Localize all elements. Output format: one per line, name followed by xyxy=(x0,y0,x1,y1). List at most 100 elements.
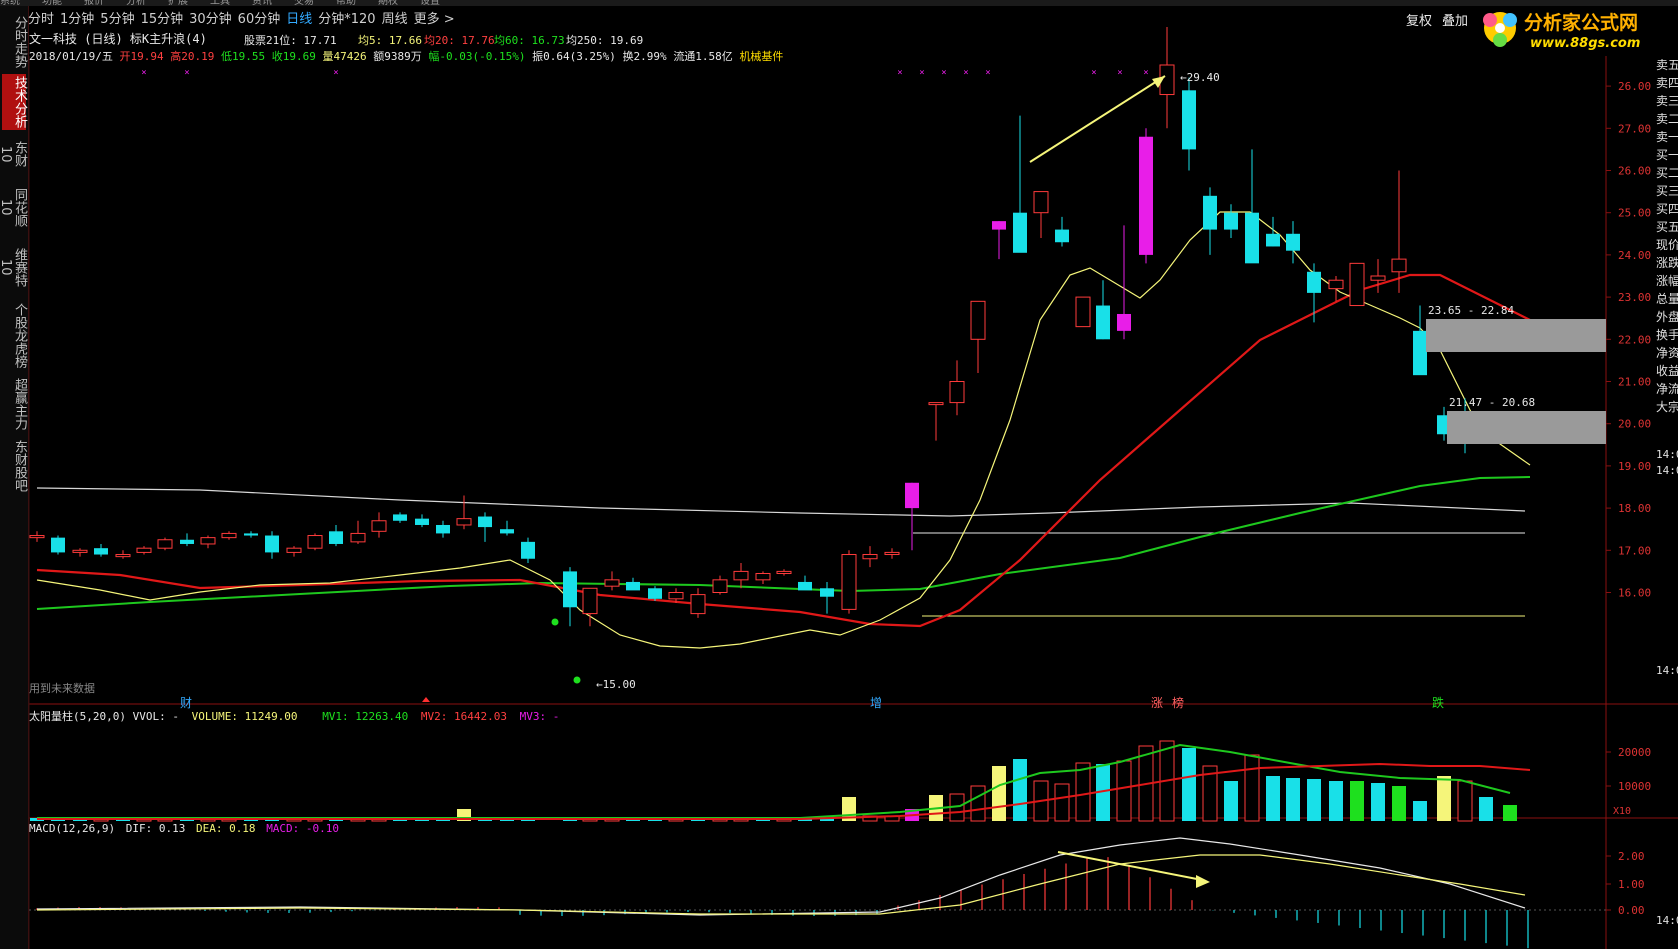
volume-bar xyxy=(1392,786,1406,821)
candle-up xyxy=(582,587,598,615)
candle-up xyxy=(668,592,684,600)
volume-bar xyxy=(1479,797,1493,821)
volume-bar xyxy=(1182,748,1196,821)
macd-dea-line xyxy=(36,854,1526,915)
candle-up xyxy=(29,535,45,539)
candle-down xyxy=(563,571,577,608)
candle-down xyxy=(1286,233,1300,251)
candle-up xyxy=(157,539,173,549)
candle-down xyxy=(180,539,194,544)
price-axis-label: 16.00 xyxy=(1618,587,1651,600)
volume-bar xyxy=(1013,759,1027,821)
price-axis-label: 23.00 xyxy=(1618,291,1651,304)
volume-bar xyxy=(1054,783,1070,822)
candle-up xyxy=(755,573,771,581)
volume-bar xyxy=(1457,780,1473,822)
marker-x: × xyxy=(1143,68,1148,78)
candle-up xyxy=(1328,279,1344,290)
marker-x: × xyxy=(941,68,946,78)
candle-down xyxy=(1139,136,1153,255)
price-axis-label: 22.00 xyxy=(1618,333,1651,346)
vol-mv2-line xyxy=(37,762,1531,820)
price-axis-label: 21.00 xyxy=(1618,376,1651,389)
candle-up xyxy=(286,547,302,553)
candle-down xyxy=(244,533,258,536)
volume-bar xyxy=(1224,781,1238,821)
price-axis-label: 18.00 xyxy=(1618,502,1651,515)
ma60-line xyxy=(36,476,1531,610)
candle-down xyxy=(1096,305,1110,340)
macd-axis-label: 0.00 xyxy=(1618,904,1645,917)
candle-up xyxy=(350,532,366,543)
candle-up xyxy=(604,579,620,587)
candle-up xyxy=(456,518,472,526)
time-label: 14:0 xyxy=(1656,664,1678,677)
candle-down xyxy=(94,548,108,555)
candle-up xyxy=(1033,191,1049,214)
price-zone-1 xyxy=(1426,319,1606,352)
volume-bar xyxy=(1116,760,1132,822)
candle-up xyxy=(690,594,706,615)
event-label: 跌 xyxy=(1432,695,1444,710)
zone1-label: 23.65 - 22.84 xyxy=(1428,304,1514,317)
candle-down xyxy=(1413,330,1427,376)
price-axis-label: 27.00 xyxy=(1618,122,1651,135)
event-label: 榜 xyxy=(1172,695,1184,710)
candle-down xyxy=(1266,233,1280,247)
price-axis-label: 25.00 xyxy=(1618,207,1651,220)
time-label: 14:0 xyxy=(1656,464,1678,477)
volume-bar xyxy=(1075,762,1091,822)
candle-up xyxy=(221,532,237,539)
vol-axis-label: 10000 xyxy=(1618,780,1651,793)
price-axis-label: 26.00 xyxy=(1618,80,1651,93)
candle-up xyxy=(1391,258,1407,273)
marker-x: × xyxy=(333,68,338,78)
price-axis-label: 24.00 xyxy=(1618,249,1651,262)
candle-down xyxy=(1182,90,1196,150)
price-axis-label: 19.00 xyxy=(1618,460,1651,473)
candle-down xyxy=(648,588,662,599)
signal-dot xyxy=(573,676,581,684)
candle-up xyxy=(970,300,986,340)
event-label: 财 xyxy=(180,696,192,710)
candle-down xyxy=(1013,212,1027,253)
candle-down xyxy=(393,514,407,521)
candle-up xyxy=(712,579,728,594)
volume-bar xyxy=(1437,776,1451,821)
volume-bar xyxy=(1413,801,1427,821)
volume-bar xyxy=(1286,778,1300,821)
time-label: 14:0 xyxy=(1656,914,1678,927)
candle-up xyxy=(136,547,152,553)
volume-bar xyxy=(1266,776,1280,821)
candle-down xyxy=(329,531,343,544)
candle-down xyxy=(1117,313,1131,331)
candle-down xyxy=(1307,271,1321,293)
candle-up xyxy=(200,537,216,545)
volume-bar xyxy=(1307,779,1321,821)
event-marker xyxy=(422,697,430,702)
time-label: 14:0 xyxy=(1656,448,1678,461)
candle-down xyxy=(798,581,812,591)
candle-down xyxy=(265,535,279,553)
candle-up xyxy=(371,520,387,532)
price-zone-2 xyxy=(1447,411,1606,444)
candle-up xyxy=(1370,275,1386,281)
volume-bar xyxy=(970,785,986,822)
candle-down xyxy=(51,537,65,553)
candle-up xyxy=(307,535,323,549)
marker-x: × xyxy=(1091,68,1096,78)
candle-down xyxy=(820,588,834,597)
marker-x: × xyxy=(963,68,968,78)
candle-up xyxy=(1075,296,1091,328)
candle-up xyxy=(862,554,878,560)
candle-up xyxy=(72,549,88,553)
divergence-arrow-head xyxy=(1196,875,1210,888)
marker-x: × xyxy=(141,68,146,78)
low-price-label: ←15.00 xyxy=(596,678,636,691)
ma5-line xyxy=(36,211,1531,649)
price-axis-label: 17.00 xyxy=(1618,544,1651,557)
volume-bar xyxy=(1503,805,1517,821)
event-label: 增 xyxy=(870,696,882,710)
kline-chart[interactable]: 26.00 27.00 26.00 25.00 24.00 23.00 22.00 21.00… xyxy=(0,0,1678,949)
candle-down xyxy=(436,524,450,534)
